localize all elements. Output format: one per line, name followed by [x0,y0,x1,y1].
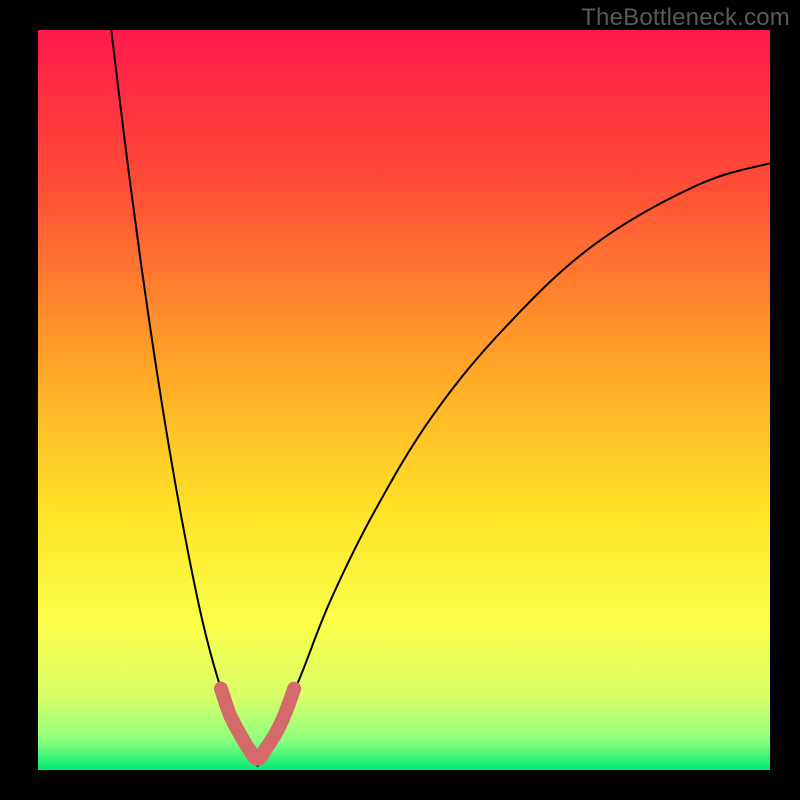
bottleneck-chart [0,0,800,800]
watermark-text: TheBottleneck.com [581,4,790,32]
plot-background [38,30,770,770]
chart-container: TheBottleneck.com [0,0,800,800]
